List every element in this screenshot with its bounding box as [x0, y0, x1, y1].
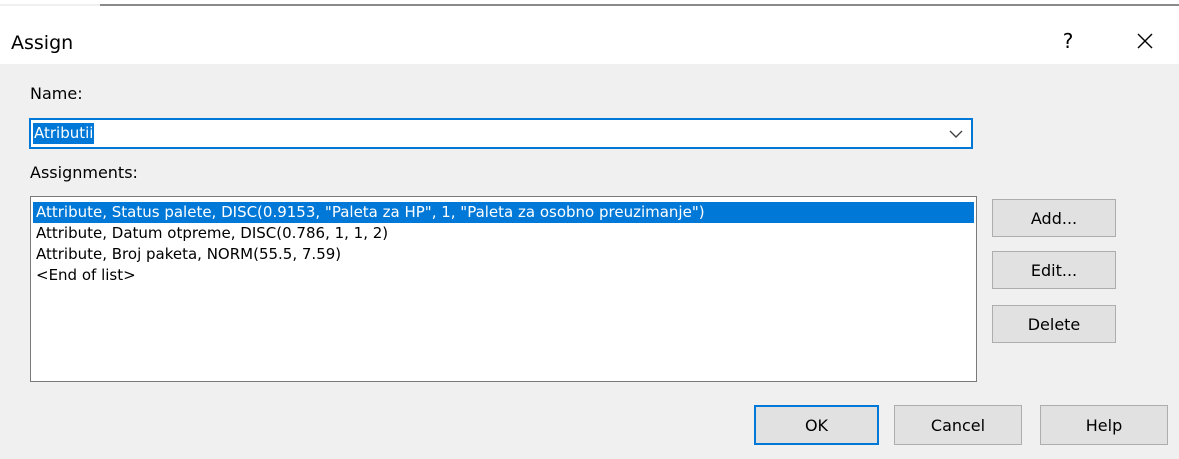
cancel-button[interactable]: Cancel — [894, 405, 1022, 445]
assignments-label: Assignments: — [30, 163, 138, 182]
list-item[interactable]: Attribute, Broj paketa, NORM(55.5, 7.59) — [33, 244, 341, 265]
assign-dialog: Assign ? Name: Atributii Assignments: At… — [0, 0, 1179, 459]
close-icon — [1137, 33, 1153, 49]
name-combobox-value[interactable]: Atributii — [33, 123, 95, 144]
delete-button[interactable]: Delete — [992, 305, 1116, 343]
help-title-button[interactable]: ? — [1044, 18, 1092, 64]
edit-button[interactable]: Edit... — [992, 251, 1116, 289]
list-item[interactable]: Attribute, Status palete, DISC(0.9153, "… — [33, 202, 974, 223]
dialog-title: Assign — [11, 32, 74, 54]
list-item[interactable]: Attribute, Datum otpreme, DISC(0.786, 1,… — [33, 223, 388, 244]
ok-button[interactable]: OK — [754, 405, 879, 445]
help-button[interactable]: Help — [1040, 405, 1168, 445]
chevron-down-icon[interactable] — [947, 126, 965, 142]
close-button[interactable] — [1121, 18, 1169, 64]
name-label: Name: — [30, 84, 83, 103]
name-combobox[interactable]: Atributii — [29, 118, 973, 149]
assignments-listbox[interactable]: Attribute, Status palete, DISC(0.9153, "… — [30, 196, 977, 382]
title-bar[interactable]: Assign ? — [0, 6, 1179, 64]
list-item[interactable]: <End of list> — [33, 265, 136, 286]
add-button[interactable]: Add... — [992, 199, 1116, 237]
